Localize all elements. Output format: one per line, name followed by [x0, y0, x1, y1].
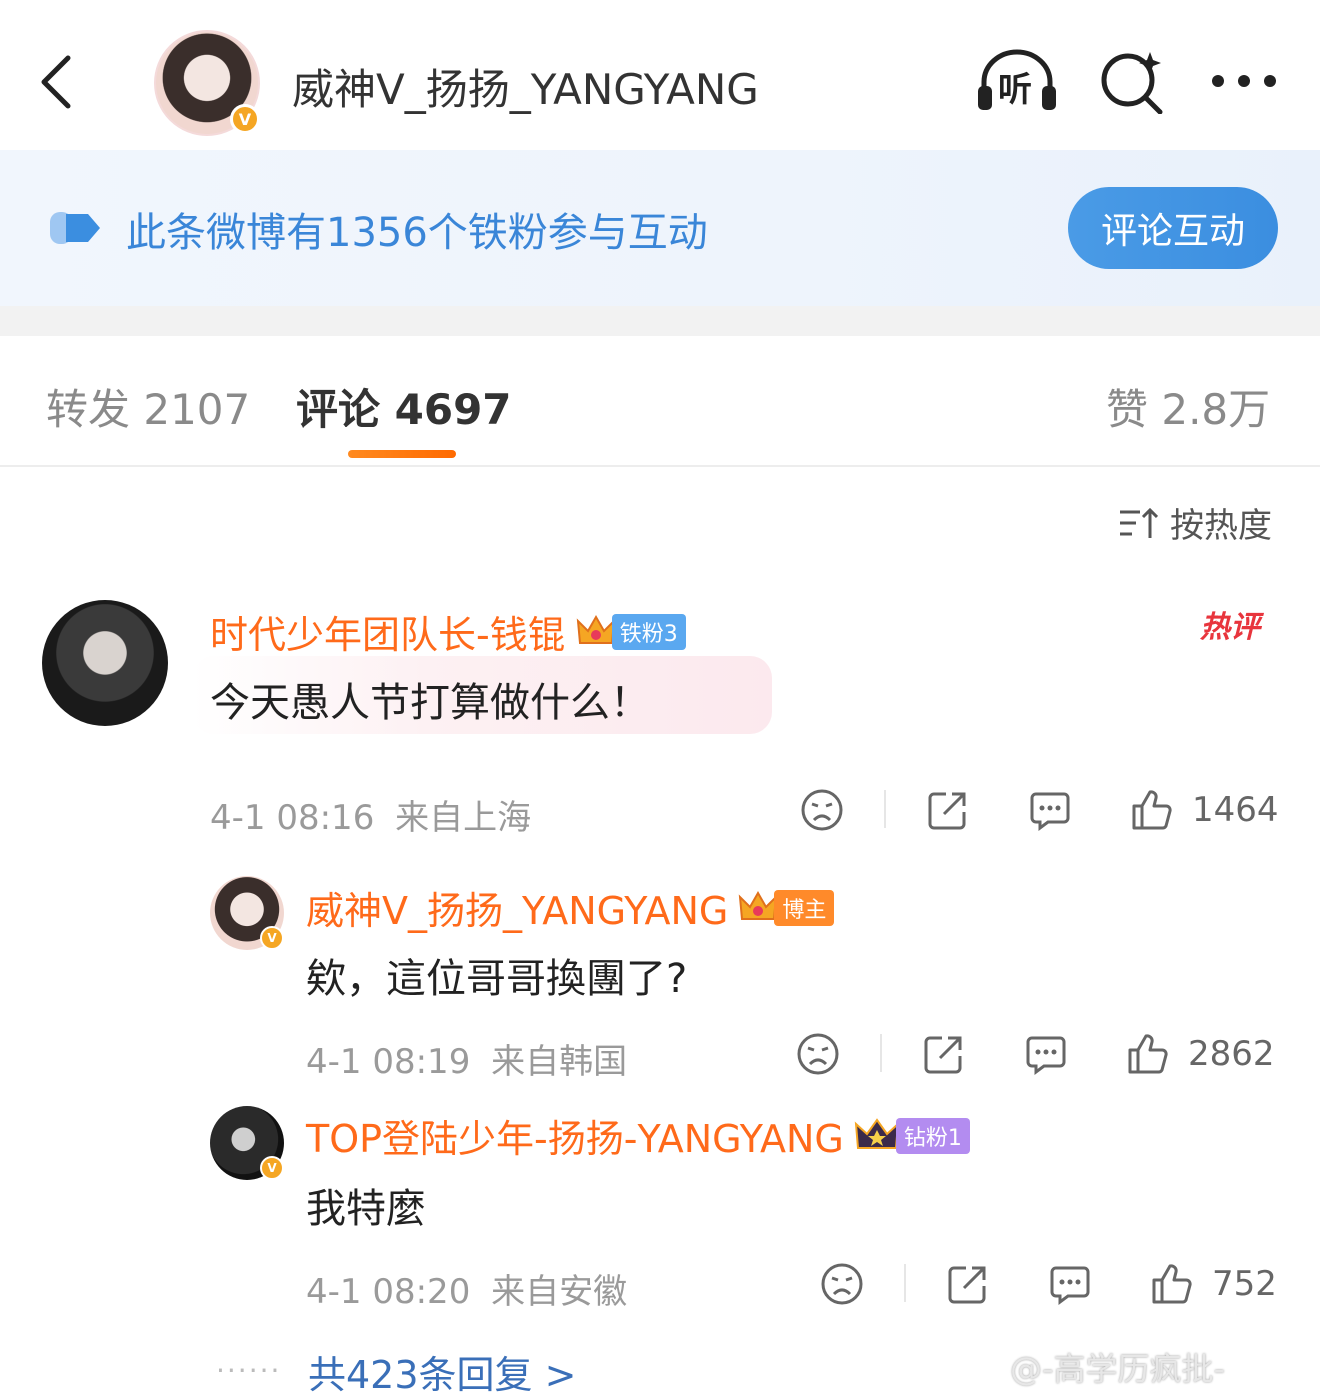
comment-icon[interactable]: [1024, 1032, 1068, 1076]
fan-level-tag: 铁粉3: [611, 613, 686, 650]
blogger-tag: 博主: [774, 889, 835, 926]
comment-time: 4-1 08:16: [210, 798, 375, 838]
sad-face-icon[interactable]: [796, 1032, 840, 1076]
more-dots-icon[interactable]: [1208, 66, 1280, 96]
sad-face-icon[interactable]: [800, 788, 844, 832]
section-divider: [0, 306, 1320, 336]
action-divider: [904, 1264, 906, 1302]
crown-icon: [739, 890, 778, 920]
hot-comment-label: 热评: [1200, 610, 1260, 645]
reply-text: 欸，這位哥哥換團了?: [306, 956, 688, 1002]
sort-icon: [1120, 507, 1158, 538]
search-sparkle-icon[interactable]: [1098, 48, 1164, 114]
sort-label: 按热度: [1170, 506, 1272, 546]
tab-reposts[interactable]: 转发 2107: [46, 376, 250, 437]
comment-location: 来自上海: [395, 798, 532, 838]
tab-comments[interactable]: 评论 4697: [296, 376, 512, 437]
comment-icon[interactable]: [1048, 1262, 1092, 1306]
reply-header: TOP登陆少年-扬扬-YANGYANG 钻粉1: [306, 1108, 970, 1163]
replies-connector: ······: [216, 1354, 282, 1387]
share-icon[interactable]: [946, 1262, 990, 1306]
share-icon[interactable]: [926, 788, 970, 832]
comment-username[interactable]: 时代少年团队长-钱锟: [210, 604, 566, 659]
reply-location: 来自韩国: [491, 1042, 628, 1082]
watermark: @-高学历疯批-: [1010, 1350, 1226, 1388]
sort-toggle[interactable]: 按热度: [1118, 498, 1272, 547]
like-count: 752: [1212, 1264, 1277, 1304]
reply-username[interactable]: TOP登陆少年-扬扬-YANGYANG: [306, 1108, 844, 1163]
sad-face-icon[interactable]: [820, 1262, 864, 1306]
like-thumb-icon[interactable]: [1130, 788, 1174, 832]
like-thumb-icon[interactable]: [1126, 1032, 1170, 1076]
tab-likes[interactable]: 赞 2.8万: [1106, 376, 1270, 437]
back-arrow-icon[interactable]: [36, 52, 76, 112]
reply-text: 我特麼: [306, 1186, 426, 1232]
reply-username[interactable]: 威神V_扬扬_YANGYANG: [306, 880, 728, 935]
reply-header: 威神V_扬扬_YANGYANG 博主: [306, 880, 835, 935]
reply-meta: 4-1 08:20 来自安徽: [306, 1264, 627, 1313]
reply-time: 4-1 08:20: [306, 1272, 471, 1312]
crown-icon: [576, 614, 615, 644]
reply-meta: 4-1 08:19 来自韩国: [306, 1034, 627, 1083]
fan-level-tag: 钻粉1: [895, 1117, 970, 1154]
verified-badge-icon: V: [260, 1156, 284, 1180]
comment-interaction-button[interactable]: 评论互动: [1068, 187, 1278, 269]
comment-text: 今天愚人节打算做什么！: [210, 680, 650, 726]
comment-meta: 4-1 08:16 来自上海: [210, 790, 531, 839]
like-thumb-icon[interactable]: [1150, 1262, 1194, 1306]
listen-label: 听: [998, 70, 1032, 110]
hot-comment-badge: 热评: [1196, 592, 1278, 645]
reply-location: 来自安徽: [491, 1272, 628, 1312]
like-count: 2862: [1188, 1034, 1275, 1074]
crown-icon: [854, 1117, 900, 1149]
tabs-divider: [0, 465, 1320, 467]
verified-badge-icon: V: [260, 926, 284, 950]
action-divider: [880, 1034, 882, 1072]
verified-badge-icon: V: [230, 104, 260, 134]
banner-text: 此条微博有1356个铁粉参与互动: [126, 210, 708, 256]
active-tab-indicator: [348, 450, 456, 458]
like-count: 1464: [1192, 790, 1279, 830]
action-divider: [884, 790, 886, 828]
avatar[interactable]: [42, 600, 168, 726]
share-icon[interactable]: [922, 1032, 966, 1076]
comment-header: 时代少年团队长-钱锟 铁粉3: [210, 604, 686, 659]
page-title: 威神V_扬扬_YANGYANG: [292, 65, 759, 114]
listen-headphone-icon[interactable]: 听: [974, 48, 1060, 114]
view-more-replies-link[interactable]: 共423条回复 >: [308, 1344, 576, 1399]
reply-time: 4-1 08:19: [306, 1042, 471, 1082]
fan-logo-icon: [50, 212, 100, 244]
comment-icon[interactable]: [1028, 788, 1072, 832]
